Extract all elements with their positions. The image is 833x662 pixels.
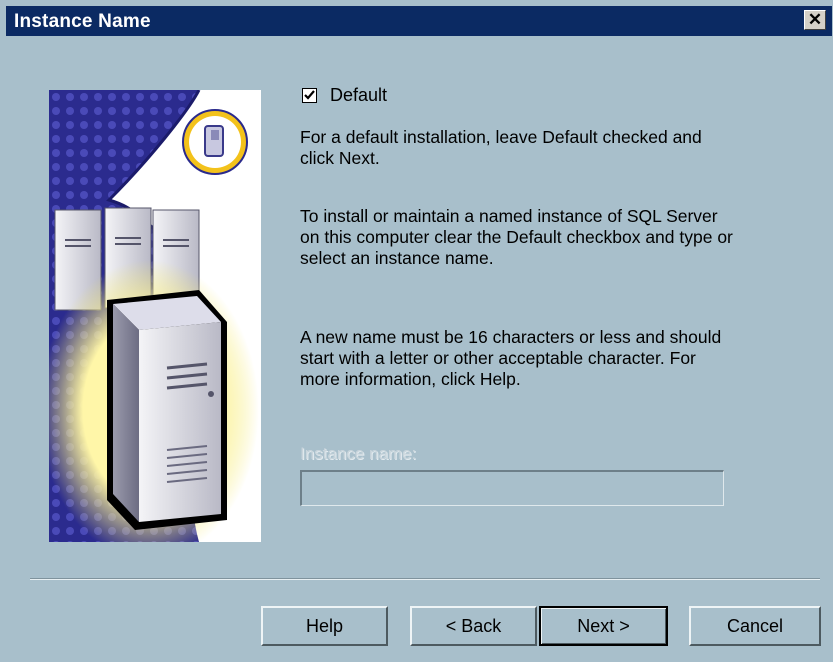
checkmark-icon [304, 90, 315, 100]
instance-name-field[interactable] [300, 470, 724, 506]
close-button[interactable]: ✕ [804, 10, 826, 30]
default-checkbox[interactable] [302, 88, 317, 103]
server-badge-icon [182, 109, 248, 175]
instance-name-label: Instance name: [300, 444, 417, 463]
back-button[interactable]: < Back [410, 606, 537, 646]
next-button[interactable]: Next > [539, 606, 668, 646]
window-title: Instance Name [14, 11, 151, 32]
server-illustration [49, 90, 261, 542]
default-checkbox-label[interactable]: Default [330, 85, 387, 106]
help-button[interactable]: Help [261, 606, 388, 646]
button-separator [30, 578, 820, 580]
cancel-button[interactable]: Cancel [689, 606, 821, 646]
title-bar[interactable]: Instance Name ✕ [6, 6, 832, 36]
named-instance-instructions: To install or maintain a named instance … [300, 206, 733, 268]
default-install-instructions: For a default installation, leave Defaul… [300, 127, 702, 168]
name-rules-text: A new name must be 16 characters or less… [300, 327, 722, 389]
setup-dialog: Instance Name ✕ Default For a default in… [0, 0, 833, 662]
